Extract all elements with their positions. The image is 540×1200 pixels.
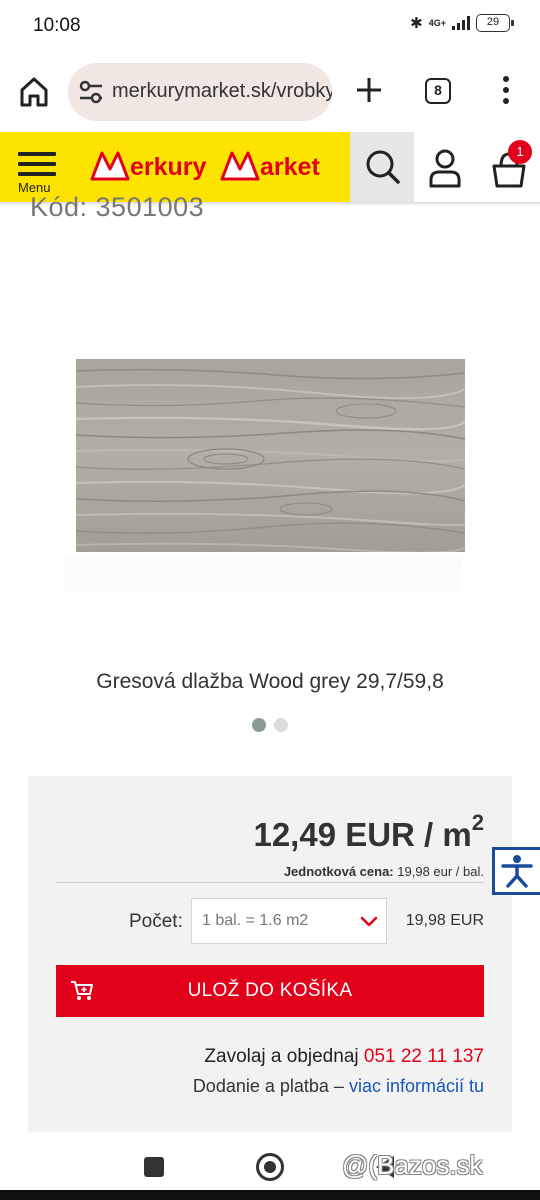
bottom-edge: [0, 1190, 540, 1200]
user-account-icon[interactable]: [425, 146, 465, 188]
home-button[interactable]: [256, 1153, 284, 1181]
unit-price-value: 19,98 eur / bal.: [397, 864, 484, 879]
battery-icon: 29: [476, 14, 514, 32]
recents-button[interactable]: [144, 1157, 164, 1177]
product-title: Gresová dlažba Wood grey 29,7/59,8: [96, 670, 444, 693]
svg-text:arket: arket: [260, 153, 320, 181]
menu-icon-bar: [18, 172, 56, 176]
quantity-selected-value: 1 bal. = 1.6 m2: [202, 912, 309, 929]
tab-switcher-button[interactable]: 8: [425, 78, 451, 104]
price-value: 12,49 EUR / m: [253, 816, 472, 853]
search-icon: [366, 150, 400, 184]
quantity-select[interactable]: 1 bal. = 1.6 m2: [191, 898, 387, 944]
cart-count-badge: 1: [508, 140, 532, 164]
accessibility-icon: [501, 855, 533, 888]
home-icon[interactable]: [14, 72, 54, 112]
gallery-dot[interactable]: [274, 718, 288, 732]
add-to-cart-button[interactable]: ULOŽ DO KOŠÍKA: [56, 965, 484, 1017]
purchase-panel: 12,49 EUR / m2 Jednotková cena: 19,98 eu…: [28, 776, 512, 1132]
status-time: 10:08: [33, 15, 81, 36]
delivery-info: Dodanie a platba – viac informácií tu: [193, 1076, 484, 1097]
screen: 10:08 ✱ 4G+ 29 merkurymarket.sk/vrobky 8…: [0, 0, 540, 1200]
address-bar[interactable]: merkurymarket.sk/vrobky: [68, 63, 332, 121]
price-unit-exponent: 2: [471, 810, 484, 835]
delivery-info-link[interactable]: viac informácií tu: [349, 1076, 484, 1096]
gallery-dot-active[interactable]: [252, 718, 266, 732]
delivery-text: Dodanie a platba –: [192, 1076, 344, 1096]
bluetooth-icon: ✱: [410, 15, 423, 32]
gallery-pagination: [252, 718, 288, 732]
browser-toolbar: merkurymarket.sk/vrobky 8: [0, 52, 540, 132]
watermark: @(Bazos.sk: [342, 1150, 483, 1180]
quantity-total-price: 19,98 EUR: [405, 912, 484, 929]
call-text: Zavolaj a objednaj: [204, 1046, 359, 1067]
divider: [56, 882, 484, 883]
image-reflection: [64, 555, 462, 650]
product-code: Kód: 3501003: [30, 192, 205, 222]
unit-price-label: Jednotková cena:: [283, 864, 394, 879]
menu-icon: [18, 152, 56, 156]
merkury-market-logo[interactable]: erkury arket: [90, 149, 340, 183]
phone-link[interactable]: 051 22 11 137: [364, 1046, 484, 1067]
call-to-order: Zavolaj a objednaj 051 22 11 137: [204, 1046, 484, 1068]
menu-icon-bar: [18, 162, 56, 166]
svg-text:erkury: erkury: [130, 153, 207, 181]
add-to-cart-label: ULOŽ DO KOŠÍKA: [187, 980, 353, 1001]
product-image[interactable]: [76, 359, 465, 552]
price: 12,49 EUR / m2: [253, 810, 484, 854]
accessibility-button[interactable]: [492, 847, 540, 895]
more-options-icon[interactable]: [496, 72, 516, 108]
search-button[interactable]: [350, 132, 414, 202]
chevron-down-icon: [360, 916, 378, 927]
url-text: merkurymarket.sk/vrobky: [112, 80, 332, 102]
status-icons: ✱ 4G+ 29: [410, 14, 514, 32]
unit-price: Jednotková cena: 19,98 eur / bal.: [284, 864, 484, 879]
network-label: 4G+: [428, 17, 446, 28]
status-bar: 10:08 ✱ 4G+ 29: [0, 0, 540, 50]
quantity-label: Počet:: [129, 911, 183, 932]
new-tab-icon[interactable]: [352, 73, 386, 107]
site-settings-icon[interactable]: [78, 80, 104, 104]
signal-icon: [452, 16, 470, 30]
